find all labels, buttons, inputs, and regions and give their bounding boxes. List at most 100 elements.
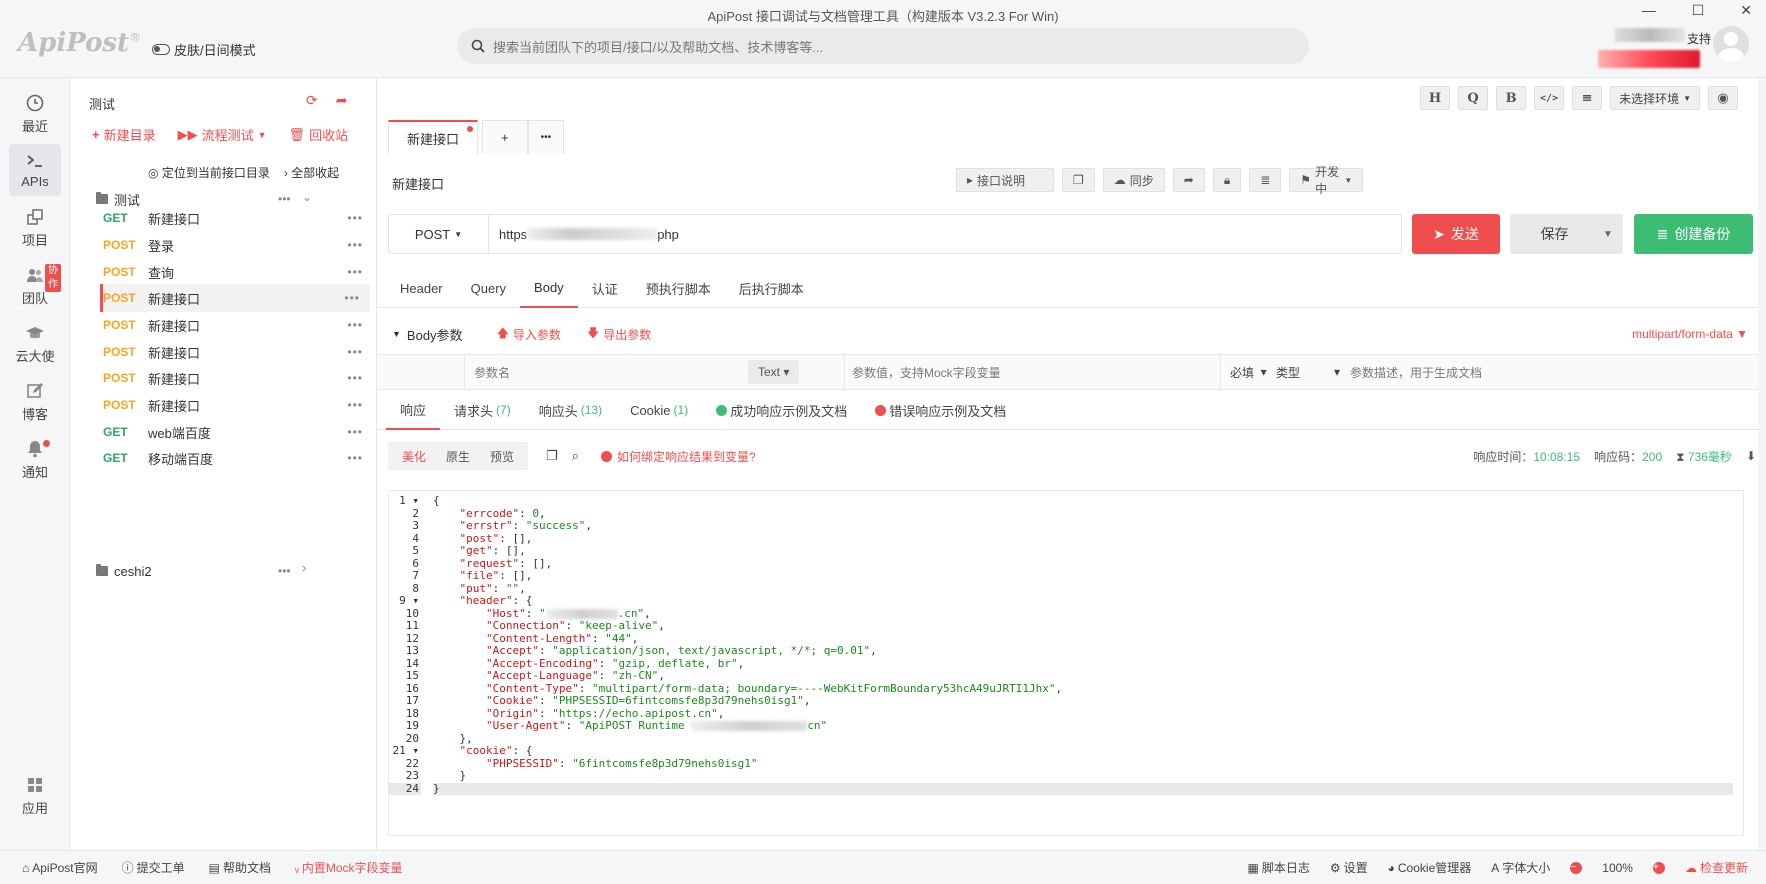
share-icon[interactable]: ➦ [1172,168,1205,192]
sync-button[interactable]: ☁ 同步 [1102,168,1165,192]
send-button[interactable]: ➤ 发送 [1412,214,1500,254]
tree-row[interactable]: POST 新建接口 ••• [103,311,373,339]
row-more-icon[interactable]: ••• [347,211,363,225]
settings-sliders-button[interactable]: ≡ [1572,86,1603,110]
required-select[interactable]: 必填 ▾ [1230,355,1267,389]
tab-new-api[interactable]: 新建接口 [388,120,479,154]
copy-icon[interactable]: ❐ [1062,168,1095,192]
check-update-button[interactable]: ☁ 检查更新 [1685,859,1748,876]
rail-item-notify[interactable]: 通知 [9,434,61,486]
create-backup-button[interactable]: ≣ 创建备份 [1634,214,1753,254]
zoom-out-button[interactable]: − [1570,861,1583,874]
row-more-icon[interactable]: ••• [347,345,363,359]
tab-pre-script[interactable]: 预执行脚本 [632,268,725,308]
view-pretty[interactable]: 美化 [392,448,436,465]
tab-body[interactable]: Body [520,268,578,308]
tree-row[interactable]: POST 新建接口 ••• [103,364,373,392]
rail-item-ambassador[interactable]: 云大使 [9,318,61,370]
global-search[interactable]: 搜索当前团队下的项目/接口/以及帮助文档、技术博客等... [457,28,1309,64]
tree-row[interactable]: POST 登录 ••• [103,231,373,259]
save-button[interactable]: 保存 ▼ [1510,214,1623,254]
rail-item-apps[interactable]: 应用 [9,770,61,822]
tree-row[interactable]: POST 新建接口 ••• [103,391,373,419]
body-params-toggle[interactable]: ▼ Body参数 [392,325,463,344]
bold-button[interactable]: B [1496,86,1527,110]
tab-more-button[interactable]: ••• [527,120,565,154]
settings-button[interactable]: ⚙ 设置 [1330,859,1368,876]
chevron-right-icon[interactable]: › [302,560,306,575]
tree-folder[interactable]: ceshi2 [96,560,152,582]
rail-item-recent[interactable]: 最近 [9,88,61,140]
search-icon[interactable]: ⌕ [572,448,579,464]
collapse-all-button[interactable]: › 全部收起 [284,164,339,181]
scrollbar[interactable] [1758,78,1766,850]
tab-response-headers[interactable]: 响应头 (13) [525,390,616,430]
new-dir-button[interactable]: + 新建目录 [92,125,156,144]
download-icon[interactable]: ⬇ [1746,449,1756,463]
locate-button[interactable]: ◎ 定位到当前接口目录 [148,164,270,181]
heading-h-button[interactable]: H [1420,86,1451,110]
tab-response[interactable]: 响应 [386,390,441,430]
env-select[interactable]: 未选择环境 ▼ [1610,86,1700,110]
response-body-editor[interactable]: 1 ▾ 2 3 4 5 6 7 8 9 ▾ 10 11 12 13 14 15 16… [388,490,1744,836]
recycle-bin-button[interactable]: 🗑 回收站 [289,125,349,144]
tab-query[interactable]: Query [457,268,520,308]
row-more-icon[interactable]: ••• [347,265,363,279]
row-more-icon[interactable]: ••• [347,371,363,385]
refresh-icon[interactable]: ⟳ [306,92,318,109]
view-raw[interactable]: 原生 [436,448,480,465]
ticket-link[interactable]: ⓘ 提交工单 [122,859,185,876]
zoom-in-button[interactable]: + [1652,861,1665,874]
eye-icon[interactable]: ◉ [1708,86,1738,110]
folder-more-icon[interactable]: ••• [278,564,291,578]
row-more-icon[interactable]: ••• [347,451,363,465]
url-input[interactable]: https php [489,227,679,242]
api-doc-button[interactable]: ▸ 接口说明 [956,168,1054,192]
method-select[interactable]: POST ▼ [389,215,489,253]
type-select[interactable]: 类型 [1276,355,1300,389]
status-select[interactable]: ⚑ 开发中 ▼ [1289,165,1364,196]
param-value-input[interactable]: 参数值，支持Mock字段变量 [852,355,1212,389]
lock-icon[interactable]: 🔒︎ [1212,168,1242,192]
param-type-select[interactable]: Text ▾ [748,360,800,384]
row-more-icon[interactable]: ••• [347,238,363,252]
row-more-icon[interactable]: ••• [347,318,363,332]
export-params-button[interactable]: 🡇 导出参数 [587,324,651,345]
rail-item-team[interactable]: 团队 协作 [9,260,61,312]
view-preview[interactable]: 预览 [480,448,524,465]
tab-success-doc[interactable]: 成功响应示例及文档 [702,390,861,430]
rail-item-projects[interactable]: 项目 [9,202,61,254]
param-name-input[interactable]: 参数名 [474,355,784,389]
flow-test-button[interactable]: ▶▶ 流程测试 ▼ [178,125,267,144]
cookie-manager-button[interactable]: ◕ Cookie管理器 [1388,859,1472,876]
tab-error-doc[interactable]: 错误响应示例及文档 [861,390,1020,430]
copy-icon[interactable]: ❐ [546,448,558,464]
tab-auth[interactable]: 认证 [578,268,632,308]
row-more-icon[interactable]: ••• [347,398,363,412]
tab-request-headers[interactable]: 请求头 (7) [440,390,525,430]
tab-cookie[interactable]: Cookie (1) [616,390,702,430]
tree-row[interactable]: POST 新建接口 ••• [103,338,373,366]
tab-add-button[interactable]: + [482,120,528,154]
import-params-button[interactable]: 🡅 导入参数 [497,324,561,345]
avatar[interactable] [1713,26,1749,62]
tree-row[interactable]: GET web端百度 ••• [103,418,373,446]
row-more-icon[interactable]: ••• [344,291,360,305]
script-log-button[interactable]: ▦ 脚本日志 [1248,859,1310,876]
website-link[interactable]: ⌂ ApiPost官网 [22,859,98,876]
rail-item-apis[interactable]: APIs [9,144,61,196]
minimize-button[interactable]: — [1642,2,1656,19]
mock-vars-link[interactable]: ᵥ 内置Mock字段变量 [295,859,403,876]
param-desc-input[interactable]: 参数描述，用于生成文档 [1350,355,1482,389]
q-button[interactable]: Q [1458,86,1489,110]
code-button[interactable]: </> [1534,86,1565,110]
tab-post-script[interactable]: 后执行脚本 [725,268,818,308]
row-more-icon[interactable]: ••• [347,425,363,439]
rail-item-blog[interactable]: 博客 [9,376,61,428]
bind-help-link[interactable]: 如何绑定响应结果到变量? [600,448,756,465]
tree-row[interactable]: GET 移动端百度 ••• [103,444,373,472]
database-icon[interactable]: ≣ [1249,168,1282,192]
tree-row[interactable]: POST 新建接口 ••• [100,284,370,312]
maximize-button[interactable]: ☐ [1692,2,1705,19]
tree-row[interactable]: POST 查询 ••• [103,258,373,286]
